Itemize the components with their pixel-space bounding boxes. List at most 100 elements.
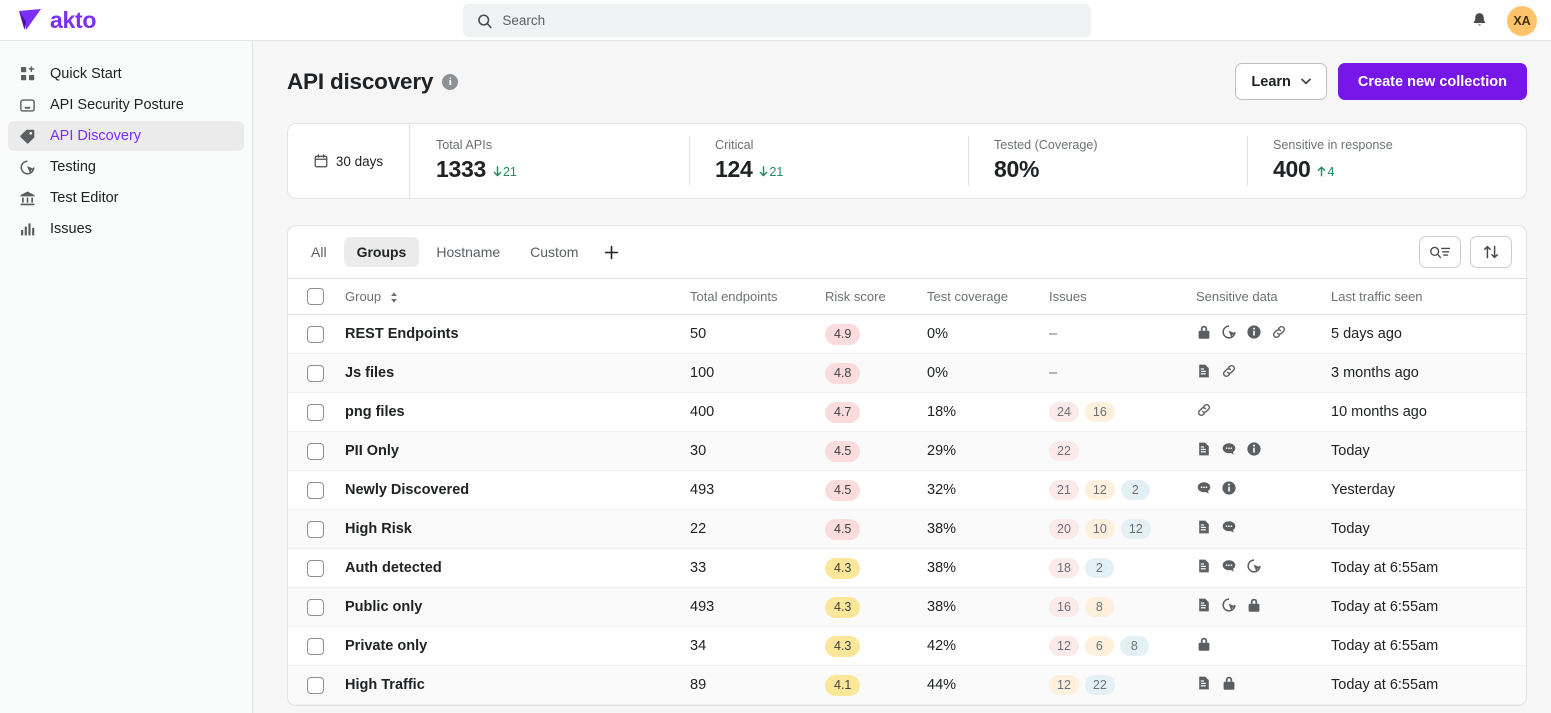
cursor-target-icon[interactable] [1221, 324, 1237, 344]
group-name[interactable]: Js files [345, 365, 394, 381]
document-icon[interactable] [1196, 519, 1212, 539]
issue-pill[interactable]: 21 [1049, 480, 1079, 500]
document-icon[interactable] [1196, 558, 1212, 578]
column-header-last-traffic-seen[interactable]: Last traffic seen [1331, 278, 1526, 315]
column-header-risk-score[interactable]: Risk score [825, 278, 927, 315]
avatar[interactable]: XA [1507, 5, 1537, 36]
row-checkbox[interactable] [307, 520, 324, 538]
table-row[interactable]: Js files 100 4.8 0% – 3 months ago [288, 353, 1526, 393]
sidebar-item-issues[interactable]: Issues [8, 214, 244, 244]
chat-icon[interactable] [1221, 519, 1237, 539]
notifications-button[interactable] [1468, 9, 1491, 32]
table-row[interactable]: PII Only 30 4.5 29% 22 Today [288, 431, 1526, 471]
row-checkbox[interactable] [307, 403, 324, 421]
issue-pill[interactable]: 16 [1084, 402, 1115, 422]
link-icon[interactable] [1196, 402, 1212, 422]
table-row[interactable]: Private only 34 4.3 42% 12 6 8 Today at 6:… [288, 626, 1526, 666]
brand-logo[interactable]: akto [0, 7, 253, 34]
issue-pill[interactable]: 12 [1049, 636, 1079, 656]
table-row[interactable]: High Risk 22 4.5 38% 20 10 12 Today [288, 509, 1526, 549]
sidebar-item-test-editor[interactable]: Test Editor [8, 183, 244, 213]
row-checkbox[interactable] [307, 442, 324, 460]
issue-pill[interactable]: 6 [1084, 636, 1114, 656]
info-icon[interactable] [1246, 441, 1262, 461]
sidebar-item-api-discovery[interactable]: API Discovery [8, 121, 244, 151]
row-checkbox[interactable] [307, 325, 324, 343]
chat-icon[interactable] [1196, 480, 1212, 500]
issue-pill[interactable]: 22 [1049, 441, 1079, 461]
document-icon[interactable] [1196, 441, 1212, 461]
column-header-test-coverage[interactable]: Test coverage [927, 278, 1049, 315]
column-header-total-endpoints[interactable]: Total endpoints [690, 278, 825, 315]
search-input[interactable] [502, 13, 1077, 28]
column-header-group[interactable]: Group [345, 278, 690, 315]
issue-pill[interactable]: 12 [1084, 480, 1115, 500]
select-all-checkbox[interactable] [307, 288, 324, 305]
document-icon[interactable] [1196, 363, 1212, 383]
table-row[interactable]: Auth detected 33 4.3 38% 18 2 Today at 6:… [288, 548, 1526, 588]
group-name[interactable]: PII Only [345, 443, 399, 459]
column-header-sensitive-data[interactable]: Sensitive data [1196, 278, 1331, 315]
document-icon[interactable] [1196, 597, 1212, 617]
sidebar-item-testing[interactable]: Testing [8, 152, 244, 182]
sort-button[interactable] [1470, 236, 1512, 268]
row-checkbox[interactable] [307, 637, 324, 655]
issue-pill[interactable]: 22 [1084, 675, 1115, 695]
issue-pill[interactable]: 12 [1049, 675, 1079, 695]
issue-pill[interactable]: 18 [1049, 558, 1079, 578]
info-icon[interactable] [1246, 324, 1262, 344]
group-name[interactable]: Auth detected [345, 560, 442, 576]
issue-pill[interactable]: 8 [1084, 597, 1114, 617]
chat-icon[interactable] [1221, 558, 1237, 578]
chat-icon[interactable] [1221, 441, 1237, 461]
document-icon[interactable] [1196, 675, 1212, 695]
group-name[interactable]: Newly Discovered [345, 482, 469, 498]
group-name[interactable]: REST Endpoints [345, 326, 459, 342]
issue-pill[interactable]: 2 [1120, 480, 1150, 500]
tab-groups[interactable]: Groups [343, 237, 420, 267]
lock-icon[interactable] [1221, 675, 1237, 695]
add-tab-button[interactable] [595, 237, 627, 267]
group-name[interactable]: High Traffic [345, 677, 425, 693]
issue-pill[interactable]: 8 [1119, 636, 1149, 656]
row-checkbox[interactable] [307, 676, 324, 694]
issue-pill[interactable]: 12 [1120, 519, 1151, 539]
learn-button[interactable]: Learn [1235, 63, 1327, 100]
row-checkbox[interactable] [307, 559, 324, 577]
tab-custom[interactable]: Custom [517, 237, 591, 267]
group-name[interactable]: png files [345, 404, 405, 420]
create-new-collection-button[interactable]: Create new collection [1337, 63, 1527, 100]
table-row[interactable]: Newly Discovered 493 4.5 32% 21 12 2 Yeste… [288, 470, 1526, 510]
row-checkbox[interactable] [307, 481, 324, 499]
group-name[interactable]: High Risk [345, 521, 412, 537]
group-name[interactable]: Public only [345, 599, 422, 615]
lock-icon[interactable] [1246, 597, 1262, 617]
search-filter-button[interactable] [1419, 236, 1461, 268]
tab-all[interactable]: All [298, 237, 340, 267]
search-box[interactable] [463, 4, 1091, 37]
table-row[interactable]: Public only 493 4.3 38% 16 8 Today at 6:5… [288, 587, 1526, 627]
cursor-target-icon[interactable] [1246, 558, 1262, 578]
link-icon[interactable] [1271, 324, 1287, 344]
issue-pill[interactable]: 20 [1049, 519, 1079, 539]
sidebar-item-api-security-posture[interactable]: API Security Posture [8, 90, 244, 120]
tab-hostname[interactable]: Hostname [423, 237, 513, 267]
issue-pill[interactable]: 24 [1049, 402, 1079, 422]
table-row[interactable]: High Traffic 89 4.1 44% 12 22 Today at 6:… [288, 665, 1526, 705]
link-icon[interactable] [1221, 363, 1237, 383]
info-icon[interactable]: i [442, 73, 459, 90]
row-checkbox[interactable] [307, 364, 324, 382]
issue-pill[interactable]: 2 [1084, 558, 1114, 578]
date-range-selector[interactable]: 30 days [288, 124, 410, 198]
column-header-issues[interactable]: Issues [1049, 278, 1196, 315]
info-icon[interactable] [1221, 480, 1237, 500]
lock-icon[interactable] [1196, 636, 1212, 656]
table-row[interactable]: REST Endpoints 50 4.9 0% – 5 days ago [288, 314, 1526, 354]
issue-pill[interactable]: 10 [1084, 519, 1115, 539]
issue-pill[interactable]: 16 [1049, 597, 1079, 617]
sidebar-item-quick-start[interactable]: Quick Start [8, 59, 244, 89]
row-checkbox[interactable] [307, 598, 324, 616]
table-row[interactable]: png files 400 4.7 18% 24 16 10 months ago [288, 392, 1526, 432]
lock-icon[interactable] [1196, 324, 1212, 344]
group-name[interactable]: Private only [345, 638, 427, 654]
